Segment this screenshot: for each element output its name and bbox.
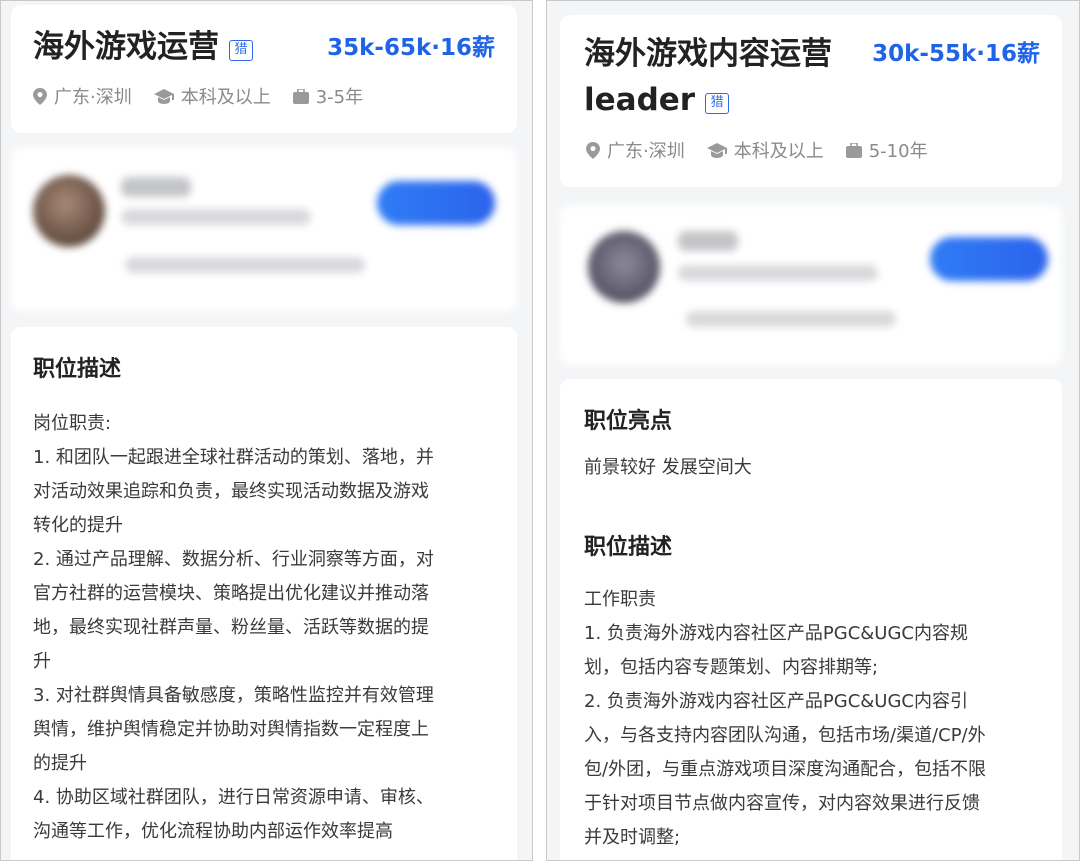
salary-range: 35k-65k·16薪 — [327, 35, 495, 61]
recruiter-name-blur — [121, 177, 191, 197]
description-line: 岗位职责: — [33, 413, 112, 434]
avatar — [33, 175, 105, 247]
description-line: 3. 对社群舆情具备敏感度，策略性监控并有效管理 — [33, 685, 434, 706]
recruiter-info-blur — [678, 265, 878, 281]
job-experience-text: 5-10年 — [868, 141, 928, 162]
recruiter-card[interactable] — [11, 147, 517, 311]
job-experience-text: 3-5年 — [315, 87, 364, 108]
location-pin-icon — [586, 141, 600, 159]
briefcase-icon — [292, 88, 309, 104]
job-location-text: 广东·深圳 — [54, 87, 132, 108]
description-line: 入，与各支持内容团队沟通，包括市场/渠道/CP/外 — [584, 725, 986, 746]
description-line: 工作职责 — [584, 589, 656, 610]
headhunter-tag: 猎 — [705, 93, 730, 114]
contact-button[interactable] — [377, 181, 495, 225]
description-line: 包/外团，与重点游戏项目深度沟通配合，包括不限 — [584, 759, 987, 780]
job-highlights-card: 职位亮点 前景较好 发展空间大 职位描述 工作职责 1. 负责海外游戏内容社区产… — [560, 379, 1062, 860]
recruiter-company-blur — [686, 311, 896, 327]
job-meta-row: 广东·深圳 本科及以上 3-5年 — [33, 83, 385, 109]
briefcase-icon — [845, 142, 862, 158]
job-experience: 3-5年 — [292, 83, 364, 109]
graduation-cap-icon — [706, 143, 727, 158]
description-line: 4. 协助区域社群团队，进行日常资源申请、审核、 — [33, 787, 434, 808]
job-title-text: 海外游戏运营 — [33, 29, 219, 65]
description-line: 的提升 — [33, 753, 87, 774]
job-header-card: 海外游戏运营猎 35k-65k·16薪 广东·深圳 本科及以上 3-5年 — [11, 5, 517, 133]
description-line: 对活动效果追踪和负责，最终实现活动数据及游戏 — [33, 481, 429, 502]
job-detail-panel-left: 海外游戏运营猎 35k-65k·16薪 广东·深圳 本科及以上 3-5年 职位描… — [0, 0, 533, 861]
job-location: 广东·深圳 — [33, 83, 132, 109]
description-line: 沟通等工作，优化流程协助内部运作效率提高 — [33, 821, 393, 842]
highlights-title: 职位亮点 — [584, 409, 673, 434]
headhunter-tag: 猎 — [229, 40, 253, 61]
description-line: 地，最终实现社群声量、粉丝量、活跃等数据的提 — [33, 617, 429, 638]
description-line: 2. 负责海外游戏内容社区产品PGC&UGC内容引 — [584, 691, 968, 712]
highlights-text: 前景较好 发展空间大 — [584, 457, 752, 478]
recruiter-name-blur — [678, 231, 738, 251]
description-line: 1. 和团队一起跟进全球社群活动的策划、落地，并 — [33, 447, 434, 468]
description-line: 官方社群的运营模块、策略提出优化建议并推动落 — [33, 583, 429, 604]
job-title-line2: leader 猎 — [584, 77, 730, 123]
job-description-text: 工作职责 1. 负责海外游戏内容社区产品PGC&UGC内容规 划，包括内容专题策… — [584, 583, 986, 855]
description-line: 并及时调整; — [584, 827, 681, 848]
description-line: 于针对项目节点做内容宣传，对内容效果进行反馈 — [584, 793, 980, 814]
recruiter-company-blur — [125, 257, 365, 273]
job-experience: 5-10年 — [845, 137, 928, 163]
job-education: 本科及以上 — [153, 83, 271, 109]
job-education-text: 本科及以上 — [733, 141, 824, 162]
job-description-card: 职位描述 岗位职责: 1. 和团队一起跟进全球社群活动的策划、落地，并 对活动效… — [11, 327, 517, 860]
job-title: 海外游戏运营猎 — [33, 24, 253, 70]
job-header-card: 海外游戏内容运营 leader 猎 30k-55k·16薪 广东·深圳 本科及以上… — [560, 15, 1062, 187]
location-pin-icon — [33, 87, 47, 105]
section-title: 职位描述 — [33, 357, 122, 382]
graduation-cap-icon — [153, 89, 174, 104]
job-title-text: leader — [584, 82, 696, 118]
description-line: 1. 负责海外游戏内容社区产品PGC&UGC内容规 — [584, 623, 968, 644]
description-line: 舆情，维护舆情稳定并协助对舆情指数一定程度上 — [33, 719, 429, 740]
job-description-text: 岗位职责: 1. 和团队一起跟进全球社群活动的策划、落地，并 对活动效果追踪和负… — [33, 407, 434, 849]
job-education: 本科及以上 — [706, 137, 824, 163]
description-line: 划，包括内容专题策划、内容排期等; — [584, 657, 879, 678]
job-title-line1: 海外游戏内容运营 — [584, 36, 832, 72]
job-meta-row: 广东·深圳 本科及以上 5-10年 — [586, 137, 950, 163]
avatar — [588, 231, 660, 303]
job-location-text: 广东·深圳 — [607, 141, 685, 162]
recruiter-card[interactable] — [560, 205, 1062, 365]
description-line: 2. 通过产品理解、数据分析、行业洞察等方面，对 — [33, 549, 434, 570]
section-title: 职位描述 — [584, 535, 673, 560]
description-line: 转化的提升 — [33, 515, 123, 536]
recruiter-info-blur — [121, 209, 311, 225]
description-line: 升 — [33, 651, 51, 672]
job-education-text: 本科及以上 — [180, 87, 271, 108]
job-detail-panel-right: 海外游戏内容运营 leader 猎 30k-55k·16薪 广东·深圳 本科及以上… — [546, 0, 1080, 861]
contact-button[interactable] — [930, 237, 1048, 281]
salary-range: 30k-55k·16薪 — [872, 41, 1040, 67]
job-location: 广东·深圳 — [586, 137, 685, 163]
